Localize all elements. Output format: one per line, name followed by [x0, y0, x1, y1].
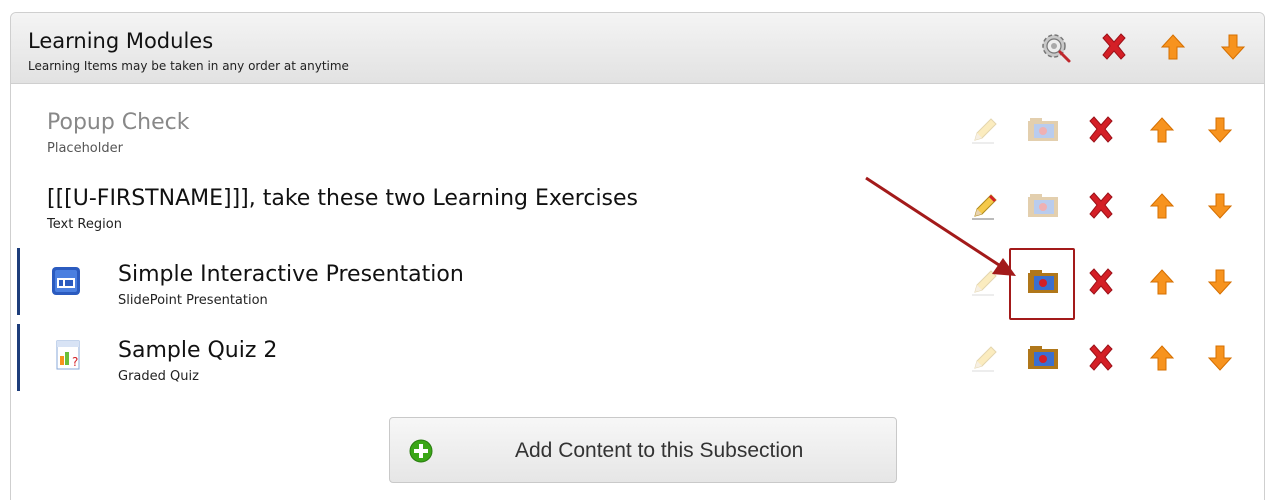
media-folder-icon[interactable]: [1026, 113, 1060, 147]
item-type-text-region: Text Region: [47, 217, 122, 232]
presentation-icon: [49, 264, 83, 298]
move-up-arrow-up-icon[interactable]: [1145, 341, 1179, 375]
move-down-arrow-down-icon[interactable]: [1203, 341, 1237, 375]
item-title-text-region[interactable]: [[[U-FIRSTNAME]]], take these two Learni…: [47, 186, 638, 211]
edit-pencil-icon[interactable]: [968, 341, 1002, 375]
move-section-up-arrow-up-icon[interactable]: [1156, 30, 1190, 64]
move-down-arrow-down-icon[interactable]: [1203, 265, 1237, 299]
panel-subtitle: Learning Items may be taken in any order…: [28, 59, 349, 73]
delete-red-x-icon[interactable]: [1084, 265, 1118, 299]
item-title-quiz[interactable]: Sample Quiz 2: [118, 338, 277, 363]
annotation-highlight-box: [1009, 248, 1075, 320]
gear-icon[interactable]: [1038, 30, 1072, 64]
plus-icon: [409, 439, 433, 463]
move-down-arrow-down-icon[interactable]: [1203, 113, 1237, 147]
add-content-button[interactable]: Add Content to this Subsection: [389, 417, 897, 483]
delete-red-x-icon[interactable]: [1084, 189, 1118, 223]
move-up-arrow-up-icon[interactable]: [1145, 265, 1179, 299]
move-section-down-arrow-down-icon[interactable]: [1216, 30, 1250, 64]
move-down-arrow-down-icon[interactable]: [1203, 189, 1237, 223]
item-type-placeholder: Placeholder: [47, 141, 123, 156]
move-up-arrow-up-icon[interactable]: [1145, 189, 1179, 223]
item-title-presentation[interactable]: Simple Interactive Presentation: [118, 262, 464, 287]
item-indent-bar: [17, 324, 20, 391]
media-folder-icon[interactable]: [1026, 341, 1060, 375]
svg-text:?: ?: [72, 355, 78, 369]
panel-header: Learning Modules Learning Items may be t…: [11, 13, 1264, 84]
item-type-quiz: Graded Quiz: [118, 369, 199, 384]
item-title-popup-check[interactable]: Popup Check: [47, 110, 189, 135]
item-type-presentation: SlidePoint Presentation: [118, 293, 268, 308]
delete-red-x-icon[interactable]: [1084, 113, 1118, 147]
delete-red-x-icon[interactable]: [1084, 341, 1118, 375]
quiz-icon: ?: [51, 338, 85, 372]
edit-pencil-icon[interactable]: [968, 113, 1002, 147]
panel-title: Learning Modules: [28, 29, 214, 53]
item-indent-bar: [17, 248, 20, 315]
add-content-label: Add Content to this Subsection: [515, 439, 804, 462]
move-up-arrow-up-icon[interactable]: [1145, 113, 1179, 147]
delete-section-red-x-icon[interactable]: [1097, 30, 1131, 64]
